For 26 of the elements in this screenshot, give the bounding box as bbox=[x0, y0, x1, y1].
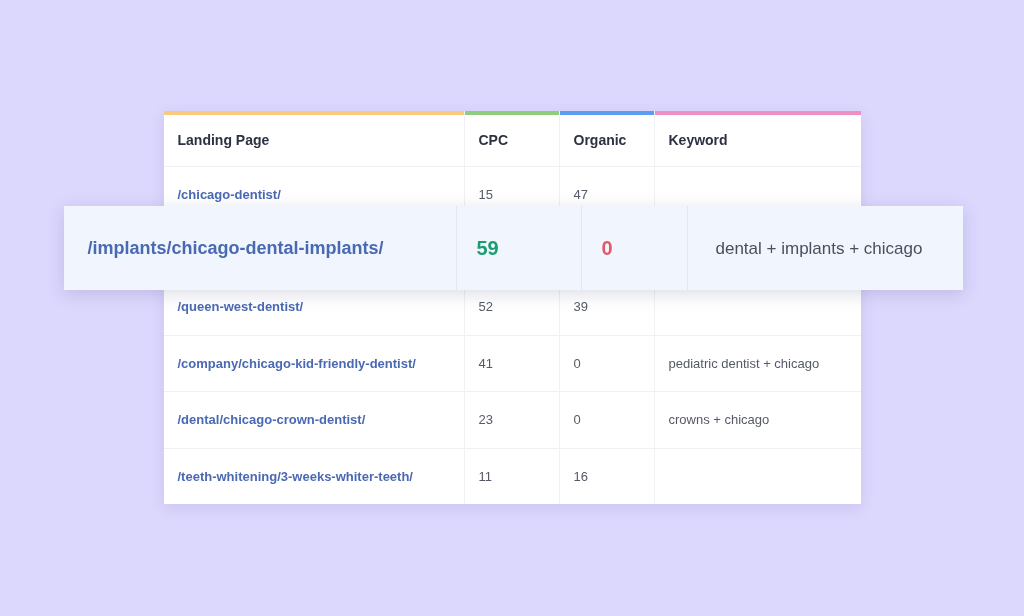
table-cell-text: 52 bbox=[478, 298, 493, 317]
organic-value: 0 bbox=[601, 236, 613, 262]
column-header: Organic bbox=[573, 130, 627, 150]
page-link[interactable]: /dental/chicago-crown-dentist/ bbox=[177, 410, 366, 430]
table-cell-text: 11 bbox=[478, 467, 492, 486]
cpc-value: 59 bbox=[476, 236, 499, 262]
table-cell-text: 39 bbox=[573, 298, 588, 317]
table-cell-text: 0 bbox=[573, 411, 581, 430]
table-cell-text: 23 bbox=[478, 411, 493, 430]
column-header: Landing Page bbox=[177, 130, 270, 150]
table-cell-text: 15 bbox=[478, 185, 493, 204]
table-cell-text: pediatric dentist + chicago bbox=[668, 354, 820, 373]
table-cell-text: 41 bbox=[478, 354, 493, 373]
highlighted-row[interactable]: /implants/chicago-dental-implants/ 59 0 dental + implants + chicago bbox=[63, 206, 963, 291]
page-link[interactable]: /chicago-dentist/ bbox=[177, 184, 281, 205]
page-link[interactable]: /company/chicago-kid-friendly-dentist/ bbox=[177, 353, 416, 374]
keyword-text: dental + implants + chicago bbox=[715, 237, 923, 260]
column-header: Keyword bbox=[668, 130, 728, 150]
table-cell-text: 0 bbox=[573, 354, 581, 373]
table-cell-text: crowns + chicago bbox=[668, 411, 770, 430]
table-cell-text: 16 bbox=[573, 467, 588, 486]
page-link[interactable]: /queen-west-dentist/ bbox=[177, 297, 304, 317]
page-link[interactable]: /teeth-whitening/3-weeks-whiter-teeth/ bbox=[177, 466, 413, 487]
column-header: CPC bbox=[478, 130, 509, 150]
page-link[interactable]: /implants/chicago-dental-implants/ bbox=[87, 234, 384, 262]
table-cell-text: 47 bbox=[573, 185, 588, 204]
